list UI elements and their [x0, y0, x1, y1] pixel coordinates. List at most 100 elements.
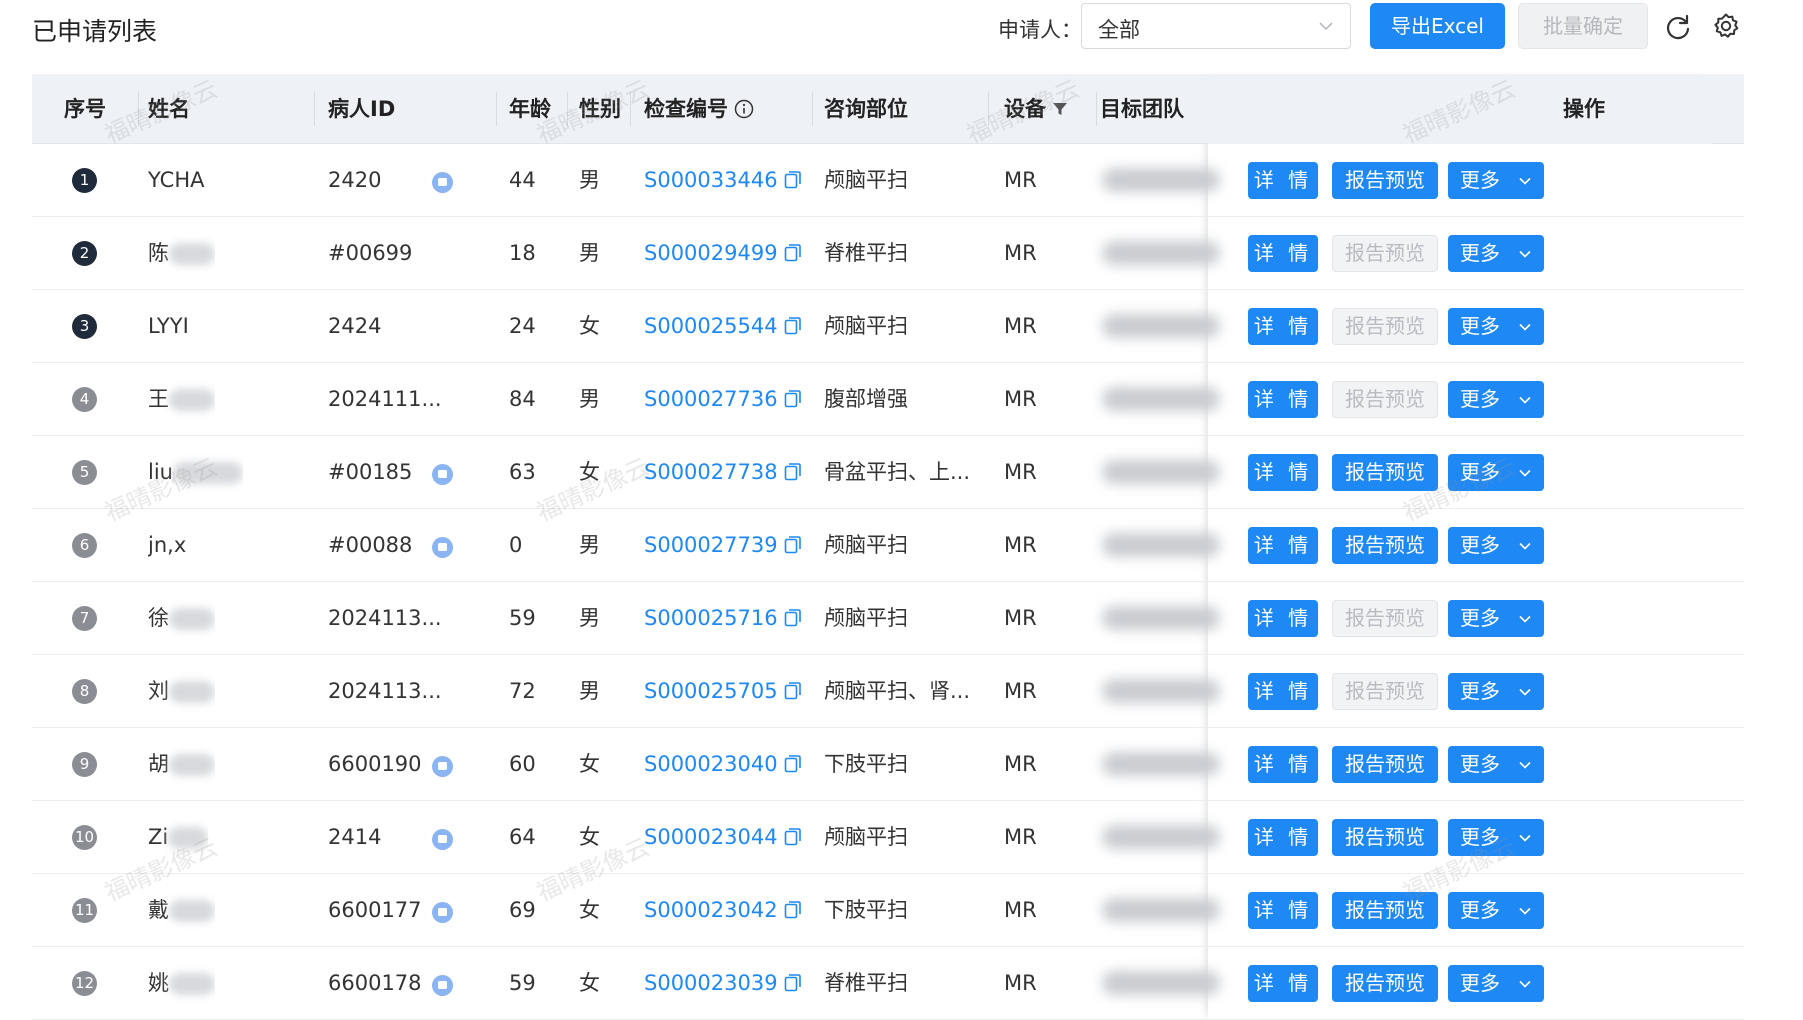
batch-confirm-button[interactable]: 批量确定: [1518, 3, 1648, 49]
detail-button[interactable]: 详 情: [1248, 381, 1318, 418]
table-row[interactable]: 2 陈 #00699 18 男 S000029499 脊椎平扫 MR 普通 否 …: [32, 217, 1744, 290]
report-preview-button[interactable]: 报告预览: [1332, 892, 1438, 929]
table-row[interactable]: 4 王 2024111... 84 男 S000027736 腹部增强 MR 普…: [32, 363, 1744, 436]
patient-name-text: Zi: [148, 825, 169, 849]
exam-number[interactable]: S000033446: [644, 144, 802, 217]
applicant-select[interactable]: 全部: [1081, 3, 1351, 49]
table-row[interactable]: 1 YCHA 2420 44 男 S000033446 颅脑平扫 MR 普通 否…: [32, 144, 1744, 217]
table-row[interactable]: 5 liu #00185 63 女 S000027738 骨盆平扫、上... M…: [32, 436, 1744, 509]
detail-button[interactable]: 详 情: [1248, 454, 1318, 491]
exam-number-link[interactable]: S000023044: [644, 825, 778, 849]
exam-number-link[interactable]: S000027739: [644, 533, 778, 557]
info-icon[interactable]: [734, 99, 754, 119]
report-preview-button[interactable]: 报告预览: [1332, 235, 1438, 272]
copy-icon[interactable]: [784, 389, 802, 409]
report-preview-button[interactable]: 报告预览: [1332, 600, 1438, 637]
table-row[interactable]: 9 胡 6600190 60 女 S000023040 下肢平扫 MR 普通 否…: [32, 728, 1744, 801]
exam-number[interactable]: S000023042: [644, 874, 802, 947]
exam-number[interactable]: S000029499: [644, 217, 802, 290]
more-dropdown-button[interactable]: 更多: [1448, 235, 1544, 272]
table-row[interactable]: 12 姚 6600178 59 女 S000023039 脊椎平扫 MR 普通 …: [32, 947, 1744, 1020]
more-dropdown-button[interactable]: 更多: [1448, 381, 1544, 418]
report-preview-button[interactable]: 报告预览: [1332, 162, 1438, 199]
copy-icon[interactable]: [784, 973, 802, 993]
detail-button[interactable]: 详 情: [1248, 673, 1318, 710]
exam-number-link[interactable]: S000027736: [644, 387, 778, 411]
exam-number[interactable]: S000023039: [644, 947, 802, 1020]
report-preview-button[interactable]: 报告预览: [1332, 673, 1438, 710]
detail-button[interactable]: 详 情: [1248, 235, 1318, 272]
more-label: 更多: [1460, 971, 1500, 995]
more-dropdown-button[interactable]: 更多: [1448, 454, 1544, 491]
report-preview-button[interactable]: 报告预览: [1332, 454, 1438, 491]
exam-number-link[interactable]: S000025705: [644, 679, 778, 703]
exam-number-link[interactable]: S000023042: [644, 898, 778, 922]
report-preview-button[interactable]: 报告预览: [1332, 308, 1438, 345]
more-dropdown-button[interactable]: 更多: [1448, 673, 1544, 710]
exam-number-link[interactable]: S000033446: [644, 168, 778, 192]
exam-number[interactable]: S000025716: [644, 582, 802, 655]
report-preview-button[interactable]: 报告预览: [1332, 746, 1438, 783]
chevron-down-icon: [1519, 761, 1531, 769]
exam-number-link[interactable]: S000025544: [644, 314, 778, 338]
exam-number[interactable]: S000025544: [644, 290, 802, 363]
row-index-badge: 6: [72, 533, 97, 558]
exam-number-link[interactable]: S000027738: [644, 460, 778, 484]
table-row[interactable]: 7 徐 2024113... 59 男 S000025716 颅脑平扫 MR 普…: [32, 582, 1744, 655]
exam-number[interactable]: S000027736: [644, 363, 802, 436]
table-row[interactable]: 8 刘 2024113... 72 男 S000025705 颅脑平扫、肾...…: [32, 655, 1744, 728]
copy-icon[interactable]: [784, 316, 802, 336]
report-preview-button[interactable]: 报告预览: [1332, 819, 1438, 856]
detail-button[interactable]: 详 情: [1248, 892, 1318, 929]
row-index-badge: 9: [72, 752, 97, 777]
detail-button[interactable]: 详 情: [1248, 600, 1318, 637]
more-dropdown-button[interactable]: 更多: [1448, 600, 1544, 637]
table-row[interactable]: 11 戴 6600177 69 女 S000023042 下肢平扫 MR 普通 …: [32, 874, 1744, 947]
exam-number-link[interactable]: S000029499: [644, 241, 778, 265]
more-dropdown-button[interactable]: 更多: [1448, 162, 1544, 199]
report-preview-button[interactable]: 报告预览: [1332, 965, 1438, 1002]
table-row[interactable]: 3 LYYI 2424 24 女 S000025544 颅脑平扫 MR 普通 否…: [32, 290, 1744, 363]
more-dropdown-button[interactable]: 更多: [1448, 308, 1544, 345]
detail-button[interactable]: 详 情: [1248, 746, 1318, 783]
copy-icon[interactable]: [784, 681, 802, 701]
copy-icon[interactable]: [784, 243, 802, 263]
copy-icon[interactable]: [784, 608, 802, 628]
exam-number-link[interactable]: S000023040: [644, 752, 778, 776]
exam-number[interactable]: S000027738: [644, 436, 802, 509]
patient-id: #00088: [328, 533, 413, 557]
more-dropdown-button[interactable]: 更多: [1448, 746, 1544, 783]
table-row[interactable]: 6 jn,x #00088 0 男 S000027739 颅脑平扫 MR 普通 …: [32, 509, 1744, 582]
copy-icon[interactable]: [784, 827, 802, 847]
detail-button[interactable]: 详 情: [1248, 527, 1318, 564]
more-dropdown-button[interactable]: 更多: [1448, 819, 1544, 856]
detail-button[interactable]: 详 情: [1248, 819, 1318, 856]
more-dropdown-button[interactable]: 更多: [1448, 527, 1544, 564]
exam-number[interactable]: S000023044: [644, 801, 802, 874]
report-preview-button[interactable]: 报告预览: [1332, 381, 1438, 418]
copy-icon[interactable]: [784, 754, 802, 774]
report-preview-button[interactable]: 报告预览: [1332, 527, 1438, 564]
patient-name-text: 王: [148, 387, 169, 411]
filter-icon[interactable]: [1052, 101, 1068, 117]
exam-number-link[interactable]: S000023039: [644, 971, 778, 995]
exam-number[interactable]: S000023040: [644, 728, 802, 801]
patient-name-text: 姚: [148, 971, 169, 995]
exam-number-link[interactable]: S000025716: [644, 606, 778, 630]
table-row[interactable]: 10 Zi 2414 64 女 S000023044 颅脑平扫 MR 普通 否 …: [32, 801, 1744, 874]
detail-button[interactable]: 详 情: [1248, 162, 1318, 199]
gear-icon[interactable]: [1712, 12, 1740, 40]
copy-icon[interactable]: [784, 535, 802, 555]
export-excel-button[interactable]: 导出Excel: [1370, 3, 1505, 49]
detail-button[interactable]: 详 情: [1248, 965, 1318, 1002]
refresh-icon[interactable]: [1664, 13, 1692, 41]
more-dropdown-button[interactable]: 更多: [1448, 965, 1544, 1002]
more-dropdown-button[interactable]: 更多: [1448, 892, 1544, 929]
copy-icon[interactable]: [784, 170, 802, 190]
copy-icon[interactable]: [784, 900, 802, 920]
exam-number[interactable]: S000027739: [644, 509, 802, 582]
copy-icon[interactable]: [784, 462, 802, 482]
detail-button[interactable]: 详 情: [1248, 308, 1318, 345]
exam-part: 腹部增强: [824, 387, 908, 411]
exam-number[interactable]: S000025705: [644, 655, 802, 728]
